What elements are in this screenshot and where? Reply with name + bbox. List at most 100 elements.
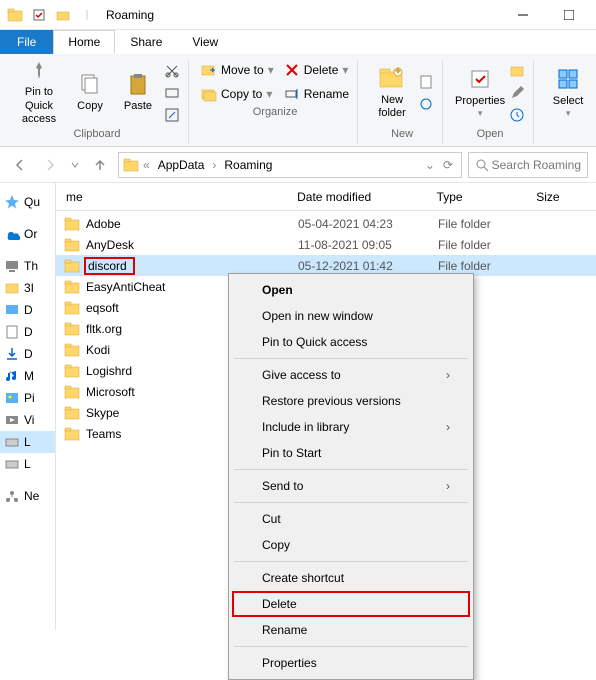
search-input[interactable]: Search Roaming — [468, 152, 588, 178]
chevron-icon[interactable]: › — [212, 158, 216, 172]
col-type[interactable]: Type — [437, 190, 537, 204]
address-bar[interactable]: « AppData › Roaming ⌄ ⟳ — [118, 152, 462, 178]
file-row[interactable]: AnyDesk11-08-2021 09:05File folder — [56, 234, 596, 255]
sidebar-item-label: Or — [24, 227, 37, 241]
divider-icon — [76, 4, 98, 26]
folder-icon — [64, 237, 80, 253]
nav-recent-button[interactable] — [68, 153, 82, 177]
breadcrumb-roaming[interactable]: Roaming — [220, 156, 276, 174]
open-button[interactable] — [507, 61, 527, 81]
ctx-restore-previous[interactable]: Restore previous versions — [232, 388, 470, 414]
file-name: EasyAntiCheat — [86, 280, 165, 294]
file-name: Skype — [86, 406, 119, 420]
svg-text:✦: ✦ — [393, 66, 403, 78]
ctx-open[interactable]: Open — [232, 277, 470, 303]
group-label-organize: Organize — [253, 104, 298, 122]
sidebar-item[interactable]: D — [0, 343, 55, 365]
tab-home[interactable]: Home — [53, 30, 115, 54]
file-date: 11-08-2021 09:05 — [298, 238, 438, 252]
ctx-properties[interactable]: Properties — [232, 650, 470, 676]
edit-icon — [509, 85, 525, 101]
sidebar-item[interactable]: Or — [0, 223, 55, 245]
sidebar-item[interactable]: Pi — [0, 387, 55, 409]
refresh-button[interactable]: ⟳ — [443, 158, 453, 172]
properties-icon[interactable] — [28, 4, 50, 26]
move-to-button[interactable]: Move to▾ — [199, 60, 276, 80]
paste-shortcut-button[interactable] — [162, 105, 182, 125]
chevron-right-icon: › — [446, 479, 450, 493]
minimize-button[interactable] — [500, 0, 546, 30]
disk-icon — [4, 434, 20, 450]
file-row[interactable]: Adobe05-04-2021 04:23File folder — [56, 213, 596, 234]
folder-icon — [4, 4, 26, 26]
sidebar-item-label: Pi — [24, 391, 35, 405]
col-date[interactable]: Date modified — [297, 190, 436, 204]
ctx-give-access-to[interactable]: Give access to› — [232, 362, 470, 388]
delete-button[interactable]: Delete▾ — [282, 60, 351, 80]
folder-icon — [64, 363, 80, 379]
shortcut-icon — [164, 107, 180, 123]
nav-back-button[interactable] — [8, 153, 32, 177]
col-size[interactable]: Size — [536, 190, 596, 204]
ctx-delete[interactable]: Delete — [232, 591, 470, 617]
new-item-button[interactable] — [416, 72, 436, 92]
copyto-icon — [201, 86, 217, 102]
ctx-open-new-window[interactable]: Open in new window — [232, 303, 470, 329]
group-label-new: New — [391, 126, 413, 144]
sidebar-item[interactable]: M — [0, 365, 55, 387]
ctx-send-to[interactable]: Send to› — [232, 473, 470, 499]
properties-icon — [468, 67, 492, 91]
copy-button[interactable]: Copy — [66, 60, 114, 126]
select-button[interactable]: Select ▾ — [544, 60, 592, 126]
sidebar-item[interactable]: Th — [0, 255, 55, 277]
history-icon — [509, 107, 525, 123]
copy-to-button[interactable]: Copy to▾ — [199, 84, 276, 104]
chevron-icon[interactable]: « — [143, 158, 150, 172]
history-button[interactable] — [507, 105, 527, 125]
col-name[interactable]: me — [58, 190, 297, 204]
sidebar-item[interactable]: Qu — [0, 191, 55, 213]
sidebar-item[interactable]: D — [0, 299, 55, 321]
new-folder-button[interactable]: ✦ New folder — [368, 60, 416, 126]
sidebar-item[interactable]: 3I — [0, 277, 55, 299]
ctx-pin-quick-access[interactable]: Pin to Quick access — [232, 329, 470, 355]
tab-file[interactable]: File — [0, 30, 53, 54]
sidebar-item[interactable]: Vi — [0, 409, 55, 431]
tab-view[interactable]: View — [177, 30, 233, 54]
nav-up-button[interactable] — [88, 153, 112, 177]
ctx-rename[interactable]: Rename — [232, 617, 470, 643]
copy-path-button[interactable] — [162, 83, 182, 103]
cut-button[interactable] — [162, 61, 182, 81]
videos-icon — [4, 412, 20, 428]
rename-button[interactable]: Rename — [282, 84, 351, 104]
folder-icon — [123, 157, 139, 173]
properties-button[interactable]: Properties ▾ — [453, 60, 507, 126]
sidebar-item[interactable]: D — [0, 321, 55, 343]
pin-quick-access-button[interactable]: Pin to Quick access — [12, 60, 66, 126]
dropdown-icon[interactable] — [52, 4, 74, 26]
sidebar-item-label: D — [24, 303, 33, 317]
breadcrumb-appdata[interactable]: AppData — [154, 156, 209, 174]
ctx-copy[interactable]: Copy — [232, 532, 470, 558]
ctx-cut[interactable]: Cut — [232, 506, 470, 532]
desktop-icon — [4, 302, 20, 318]
navigation-pane[interactable]: QuOrTh3IDDDMPiViLLNe — [0, 183, 56, 630]
easy-access-button[interactable] — [416, 94, 436, 114]
sidebar-item[interactable]: Ne — [0, 485, 55, 507]
address-dropdown[interactable]: ⌄ — [425, 158, 435, 172]
folder-icon — [64, 384, 80, 400]
sidebar-item[interactable]: L — [0, 453, 55, 475]
file-name: Microsoft — [86, 385, 135, 399]
nav-forward-button[interactable] — [38, 153, 62, 177]
paste-button[interactable]: Paste — [114, 60, 162, 126]
maximize-button[interactable] — [546, 0, 592, 30]
ctx-create-shortcut[interactable]: Create shortcut — [232, 565, 470, 591]
sidebar-item[interactable]: L — [0, 431, 55, 453]
ctx-include-library[interactable]: Include in library› — [232, 414, 470, 440]
ctx-pin-start[interactable]: Pin to Start — [232, 440, 470, 466]
ribbon-tabs: File Home Share View — [0, 30, 596, 54]
edit-button[interactable] — [507, 83, 527, 103]
folder-icon — [64, 300, 80, 316]
tab-share[interactable]: Share — [115, 30, 177, 54]
copy-icon — [78, 72, 102, 96]
